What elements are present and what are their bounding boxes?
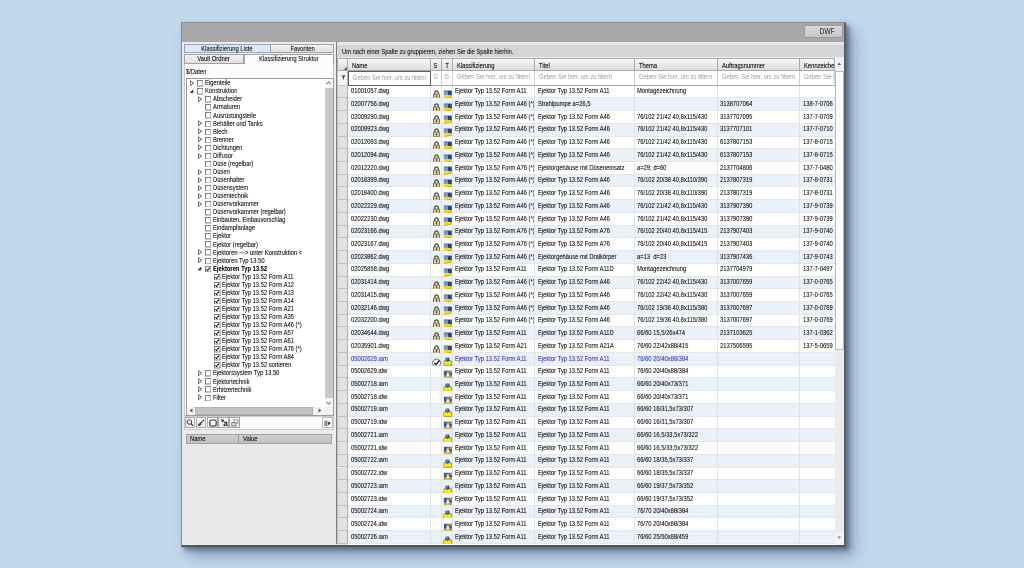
svg-text:a: a bbox=[223, 419, 228, 427]
